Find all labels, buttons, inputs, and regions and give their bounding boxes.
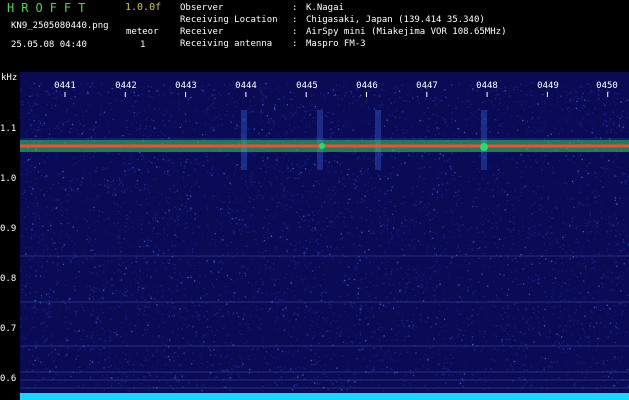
time-label: 0442 bbox=[115, 81, 137, 91]
y-tick-label: 0.9 bbox=[0, 224, 17, 234]
y-tick-label: 0.8 bbox=[0, 274, 17, 284]
y-unit-label: kHz bbox=[1, 73, 18, 83]
meteor-echo bbox=[319, 143, 325, 149]
y-tick-label: 1.0 bbox=[0, 174, 17, 184]
time-label: 0446 bbox=[356, 81, 378, 91]
y-tick-label: 0.6 bbox=[0, 374, 17, 384]
time-label: 0441 bbox=[54, 81, 76, 91]
time-label: 0444 bbox=[235, 81, 257, 91]
spectrogram bbox=[20, 72, 629, 400]
time-label: 0450 bbox=[596, 81, 618, 91]
time-label: 0447 bbox=[416, 81, 438, 91]
baseline-band bbox=[20, 393, 629, 400]
spectrogram-background bbox=[20, 72, 629, 400]
meteor-echo bbox=[480, 143, 488, 151]
time-label: 0445 bbox=[296, 81, 318, 91]
y-tick-label: 0.7 bbox=[0, 324, 17, 334]
time-label: 0449 bbox=[537, 81, 559, 91]
y-tick-label: 1.1 bbox=[0, 124, 17, 134]
time-label: 0443 bbox=[175, 81, 197, 91]
time-label: 0448 bbox=[476, 81, 498, 91]
